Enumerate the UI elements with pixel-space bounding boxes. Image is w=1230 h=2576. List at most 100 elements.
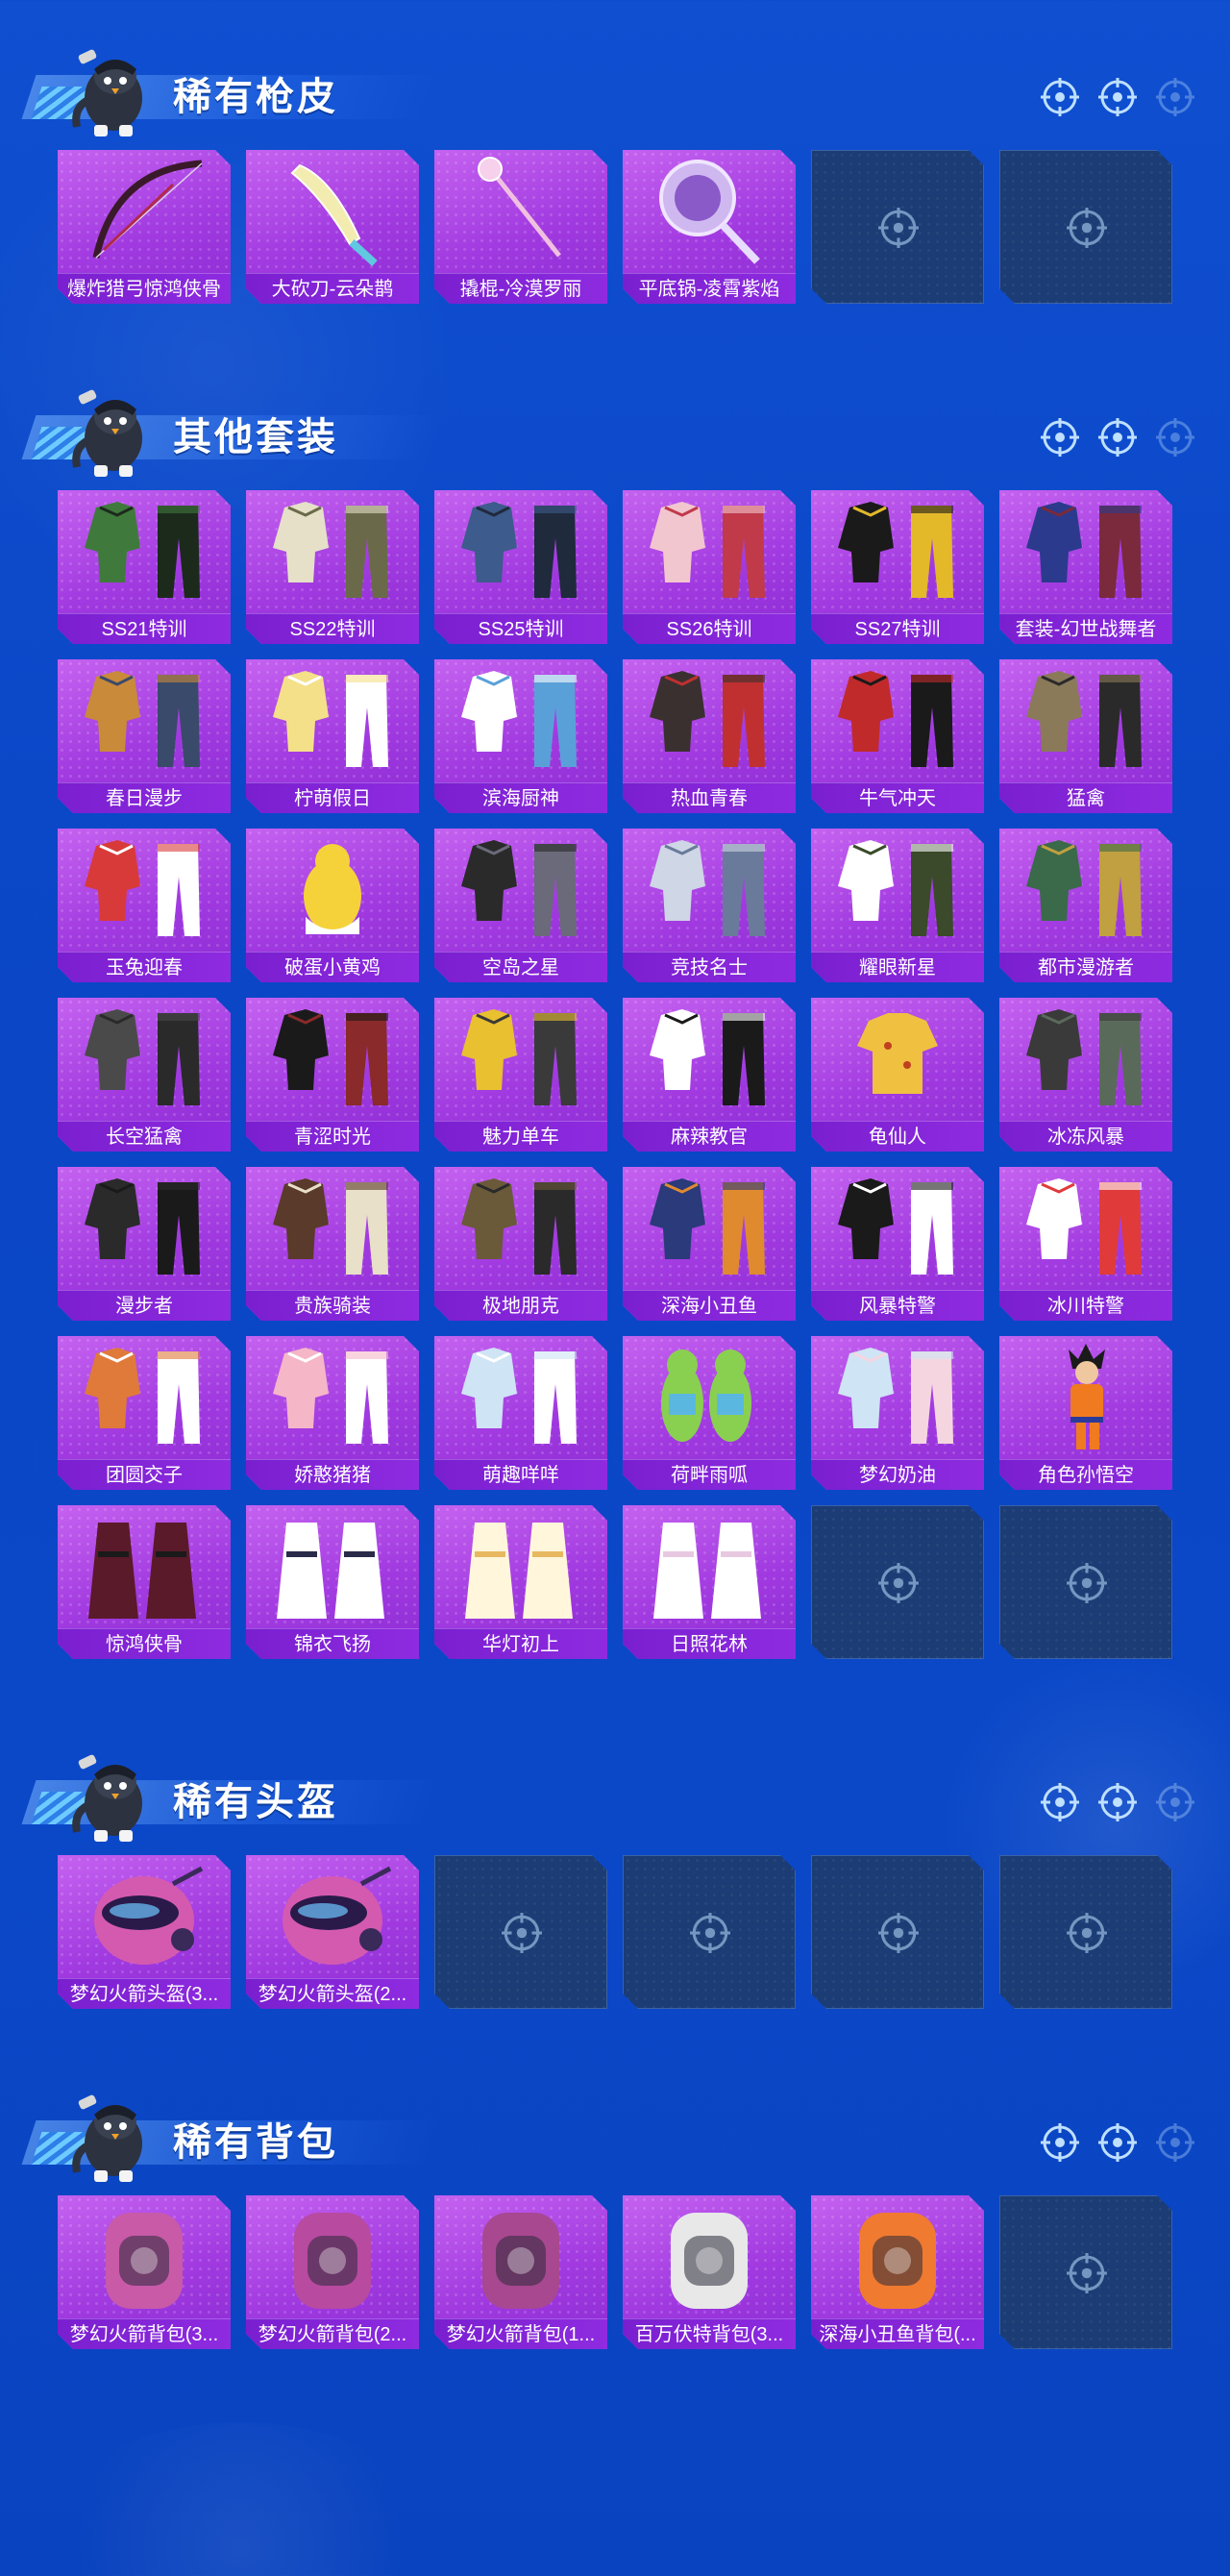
- item-image-staff: [478, 157, 561, 258]
- item-card[interactable]: 漫步者: [58, 1167, 231, 1321]
- crosshair-icon: [502, 1913, 542, 1953]
- item-label: 麻辣教官: [623, 1121, 796, 1152]
- item-image-outfit: [838, 502, 953, 598]
- item-card[interactable]: 魅力单车: [434, 998, 607, 1152]
- item-card[interactable]: 大砍刀-云朵鹊: [246, 150, 419, 304]
- item-card[interactable]: 团圆交子: [58, 1336, 231, 1490]
- item-image-frog: [661, 1350, 751, 1442]
- item-image-outfit: [461, 502, 577, 598]
- item-image-outfit: [85, 671, 200, 767]
- item-image-outfit: [461, 671, 577, 767]
- item-card[interactable]: 热血青春: [623, 659, 796, 813]
- item-label: SS27特训: [811, 613, 984, 644]
- item-card[interactable]: 竞技名士: [623, 829, 796, 982]
- item-label: 荷畔雨呱: [623, 1459, 796, 1490]
- item-label: 爆炸猎弓惊鸿侠骨: [58, 273, 231, 304]
- section-1: 稀有枪皮爆炸猎弓惊鸿侠骨 大砍刀-云朵鹊 撬棍-冷漠罗丽 平底锅-凌霄紫焰: [0, 38, 1230, 304]
- item-label: 都市漫游者: [999, 952, 1172, 982]
- item-card[interactable]: 梦幻火箭头盔(3...: [58, 1855, 231, 2009]
- item-image-outfit: [1026, 1178, 1142, 1275]
- item-image-outfit: [85, 840, 200, 936]
- item-card[interactable]: 萌趣咩咩: [434, 1336, 607, 1490]
- item-card[interactable]: 荷畔雨呱: [623, 1336, 796, 1490]
- item-card[interactable]: 平底锅-凌霄紫焰: [623, 150, 796, 304]
- item-label: 贵族骑装: [246, 1290, 419, 1321]
- item-card[interactable]: 极地朋克: [434, 1167, 607, 1321]
- section-header: 稀有背包: [0, 2084, 1230, 2190]
- item-card[interactable]: 猛禽: [999, 659, 1172, 813]
- item-label: 梦幻火箭背包(3...: [58, 2318, 231, 2349]
- item-label: 龟仙人: [811, 1121, 984, 1152]
- item-card[interactable]: 春日漫步: [58, 659, 231, 813]
- item-label: 娇憨猪猪: [246, 1459, 419, 1490]
- item-image-backpack: [671, 2213, 748, 2309]
- section-title: 稀有枪皮: [173, 76, 338, 118]
- section-header: 其他套装: [0, 379, 1230, 484]
- crosshair-icon: [1041, 78, 1079, 116]
- item-card[interactable]: 耀眼新星: [811, 829, 984, 982]
- crosshair-icon: [1156, 2123, 1194, 2162]
- item-card[interactable]: 玉兔迎春: [58, 829, 231, 982]
- item-card[interactable]: 百万伏特背包(3...: [623, 2195, 796, 2349]
- item-image-outfit: [85, 502, 200, 598]
- item-label: 团圆交子: [58, 1459, 231, 1490]
- item-card[interactable]: SS25特训: [434, 490, 607, 644]
- item-label: 空岛之星: [434, 952, 607, 982]
- empty-slot: [623, 1855, 796, 2009]
- item-image-outfit: [1026, 1009, 1142, 1105]
- item-image-outfit: [650, 1009, 765, 1105]
- crosshair-icon: [1041, 2123, 1079, 2162]
- item-card[interactable]: 娇憨猪猪: [246, 1336, 419, 1490]
- item-card[interactable]: 锦衣飞扬: [246, 1505, 419, 1659]
- item-card[interactable]: 破蛋小黄鸡: [246, 829, 419, 982]
- item-label: 大砍刀-云朵鹊: [246, 273, 419, 304]
- item-card[interactable]: 龟仙人: [811, 998, 984, 1152]
- item-card[interactable]: 梦幻火箭背包(3...: [58, 2195, 231, 2349]
- item-grid: 梦幻火箭头盔(3... 梦幻火箭头盔(2...: [58, 1855, 1172, 2009]
- item-card[interactable]: 梦幻火箭背包(1...: [434, 2195, 607, 2349]
- item-image-helmet: [283, 1866, 392, 1965]
- item-card[interactable]: 风暴特警: [811, 1167, 984, 1321]
- item-card[interactable]: 撬棍-冷漠罗丽: [434, 150, 607, 304]
- section-header: 稀有头盔: [0, 1744, 1230, 1849]
- item-card[interactable]: 日照花林: [623, 1505, 796, 1659]
- crosshair-icon: [690, 1913, 730, 1953]
- item-card[interactable]: SS22特训: [246, 490, 419, 644]
- item-label: 猛禽: [999, 782, 1172, 813]
- item-card[interactable]: 深海小丑鱼背包(...: [811, 2195, 984, 2349]
- empty-slot: [811, 1505, 984, 1659]
- section-3: 稀有头盔 梦幻火箭头盔(3... 梦幻火箭头盔(2...: [0, 1744, 1230, 2009]
- item-image-outfit: [838, 1348, 953, 1444]
- item-card[interactable]: 梦幻火箭头盔(2...: [246, 1855, 419, 2009]
- section-header: 稀有枪皮: [0, 38, 1230, 144]
- item-card[interactable]: 爆炸猎弓惊鸿侠骨: [58, 150, 231, 304]
- item-card[interactable]: SS27特训: [811, 490, 984, 644]
- item-card[interactable]: 滨海厨神: [434, 659, 607, 813]
- item-card[interactable]: 冰川特警: [999, 1167, 1172, 1321]
- item-card[interactable]: 贵族骑装: [246, 1167, 419, 1321]
- item-card[interactable]: 长空猛禽: [58, 998, 231, 1152]
- item-card[interactable]: 华灯初上: [434, 1505, 607, 1659]
- item-card[interactable]: 牛气冲天: [811, 659, 984, 813]
- item-card[interactable]: 惊鸿侠骨: [58, 1505, 231, 1659]
- item-card[interactable]: 空岛之星: [434, 829, 607, 982]
- crosshair-icon: [1067, 208, 1107, 248]
- item-label: 梦幻奶油: [811, 1459, 984, 1490]
- item-card[interactable]: 青涩时光: [246, 998, 419, 1152]
- item-card[interactable]: 柠萌假日: [246, 659, 419, 813]
- item-card[interactable]: SS26特训: [623, 490, 796, 644]
- item-card[interactable]: 都市漫游者: [999, 829, 1172, 982]
- item-image-outfit: [1026, 840, 1142, 936]
- item-image-outfit: [273, 502, 388, 598]
- item-card[interactable]: 深海小丑鱼: [623, 1167, 796, 1321]
- item-card[interactable]: 角色孙悟空: [999, 1336, 1172, 1490]
- item-label: 风暴特警: [811, 1290, 984, 1321]
- crosshair-icon: [1067, 1913, 1107, 1953]
- item-card[interactable]: 梦幻奶油: [811, 1336, 984, 1490]
- mascot-chick-icon: [72, 2094, 142, 2182]
- item-card[interactable]: 冰冻风暴: [999, 998, 1172, 1152]
- item-card[interactable]: SS21特训: [58, 490, 231, 644]
- item-card[interactable]: 麻辣教官: [623, 998, 796, 1152]
- item-card[interactable]: 套装-幻世战舞者: [999, 490, 1172, 644]
- item-card[interactable]: 梦幻火箭背包(2...: [246, 2195, 419, 2349]
